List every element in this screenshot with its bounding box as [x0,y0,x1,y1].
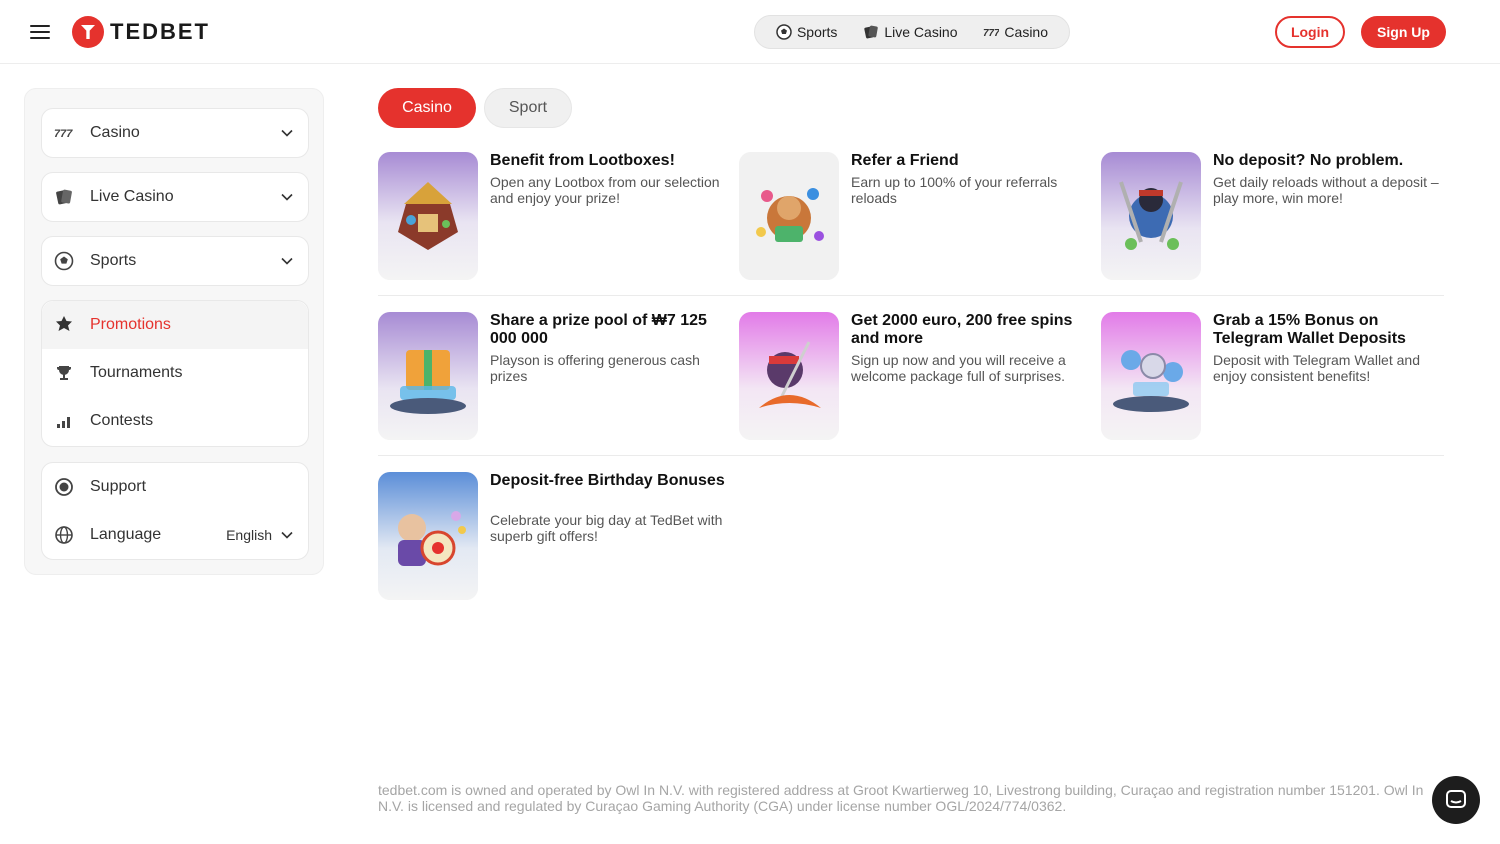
promo-category-tabs: Casino Sport [378,88,572,128]
chevron-down-icon[interactable] [280,190,294,204]
footer-legal-text: tedbet.com is owned and operated by Owl … [378,782,1424,814]
promo-card-prize-pool[interactable]: Share a prize pool of ₩7 125 000 000 Pla… [378,312,728,440]
promo-card-refer-friend[interactable]: Refer a Friend Earn up to 100% of your r… [739,152,1089,280]
svg-text:777: 777 [54,128,73,140]
sidebar-item-sports[interactable]: Sports [42,237,308,285]
tab-casino[interactable]: Casino [378,88,476,128]
promo-image-welcome [739,312,839,440]
promo-card-welcome-package[interactable]: Get 2000 euro, 200 free spins and more S… [739,312,1089,440]
sidebar-item-casino[interactable]: 777 Casino [42,109,308,157]
promo-description: Sign up now and you will receive a welco… [851,352,1066,384]
promo-title: Deposit-free Birthday Bonuses [490,472,725,489]
support-headset-icon [54,477,74,497]
site-header: TEDBET Sports Live Casino 777 Casino Log… [0,0,1500,64]
topnav-sports[interactable]: Sports [776,24,837,40]
bar-chart-icon [54,411,74,431]
menu-icon[interactable] [28,20,52,44]
chevron-down-icon[interactable] [280,126,294,140]
logo-text: TEDBET [110,19,210,44]
svg-text:777: 777 [983,28,999,39]
sidebar-card-promotions: Promotions Tournaments Contests [41,300,309,447]
topnav-sports-label: Sports [796,24,838,40]
promotions-badge-icon [54,315,74,335]
soccer-ball-icon [54,251,74,271]
promo-image-no-deposit [1101,152,1201,280]
sidebar: 777 Casino Live Casino Sports Promotions… [24,88,324,575]
promo-description: Earn up to 100% of your referrals reload… [851,174,1058,206]
promo-title: Get 2000 euro, 200 free spins and more [851,312,1073,347]
sidebar-item-contests[interactable]: Contests [42,397,308,445]
playing-cards-icon [863,24,879,40]
sidebar-item-support-label: Support [90,478,147,495]
sidebar-item-live-casino-label: Live Casino [90,188,174,205]
topnav-casino[interactable]: 777 Casino [983,24,1048,40]
sidebar-item-tournaments-label: Tournaments [90,364,183,381]
sidebar-item-sports-label: Sports [90,252,137,269]
sidebar-card-casino: 777 Casino [41,108,309,158]
promo-card-telegram-wallet[interactable]: Grab a 15% Bonus on Telegram Wallet Depo… [1101,312,1451,440]
chevron-down-icon[interactable] [280,254,294,268]
sidebar-item-live-casino[interactable]: Live Casino [42,173,308,221]
promo-image-telegram [1101,312,1201,440]
promo-title: Share a prize pool of ₩7 125 000 000 [490,312,707,347]
playing-cards-icon [54,187,74,207]
globe-icon [54,525,74,545]
topnav-live-casino-label: Live Casino [884,24,958,40]
promo-title: Benefit from Lootboxes! [490,152,675,169]
promo-card-lootboxes[interactable]: Benefit from Lootboxes! Open any Lootbox… [378,152,728,280]
divider [378,295,1444,296]
divider [378,455,1444,456]
promo-card-no-deposit[interactable]: No deposit? No problem. Get daily reload… [1101,152,1451,280]
promo-image-lootbox [378,152,478,280]
logo-mark-icon [72,16,104,48]
promo-title: No deposit? No problem. [1213,152,1404,169]
sidebar-item-promotions[interactable]: Promotions [42,301,308,349]
chat-bubble-icon [1446,790,1466,808]
sidebar-card-live-casino: Live Casino [41,172,309,222]
sidebar-item-language[interactable]: Language English [42,511,308,559]
promo-title: Grab a 15% Bonus on Telegram Wallet Depo… [1213,312,1406,347]
top-nav: Sports Live Casino 777 Casino [754,15,1070,49]
promo-description: Playson is offering generous cash prizes [490,352,700,384]
topnav-live-casino[interactable]: Live Casino [863,24,958,40]
promo-image-prize-pool [378,312,478,440]
signup-button[interactable]: Sign Up [1361,16,1446,48]
promo-image-birthday [378,472,478,600]
sidebar-item-casino-label: Casino [90,124,140,141]
promo-description: Get daily reloads without a deposit – pl… [1213,174,1439,206]
promo-title: Refer a Friend [851,152,959,169]
sidebar-item-language-label: Language [90,526,162,543]
topnav-casino-label: Casino [1004,24,1049,40]
chevron-down-icon[interactable] [280,528,294,542]
promo-description: Open any Lootbox from our selection and … [490,174,720,206]
tab-sport[interactable]: Sport [484,88,572,128]
sidebar-card-settings: Support Language English [41,462,309,560]
soccer-ball-icon [776,24,792,40]
promo-image-refer [739,152,839,280]
promo-description: Deposit with Telegram Wallet and enjoy c… [1213,352,1420,384]
logo[interactable]: TEDBET [72,16,210,48]
promo-description: Celebrate your big day at TedBet with su… [490,512,723,544]
trophy-icon [54,363,74,383]
sidebar-item-support[interactable]: Support [42,463,308,511]
promo-card-birthday[interactable]: Deposit-free Birthday Bonuses Celebrate … [378,472,728,600]
slot-777-icon: 777 [54,123,74,143]
sidebar-item-promotions-label: Promotions [90,316,171,333]
slot-777-icon: 777 [983,24,999,40]
language-select-value[interactable]: English [226,527,272,543]
sidebar-item-tournaments[interactable]: Tournaments [42,349,308,397]
sidebar-item-contests-label: Contests [90,412,154,429]
sidebar-card-sports: Sports [41,236,309,286]
live-chat-button[interactable] [1432,776,1480,824]
login-button[interactable]: Login [1275,16,1345,48]
